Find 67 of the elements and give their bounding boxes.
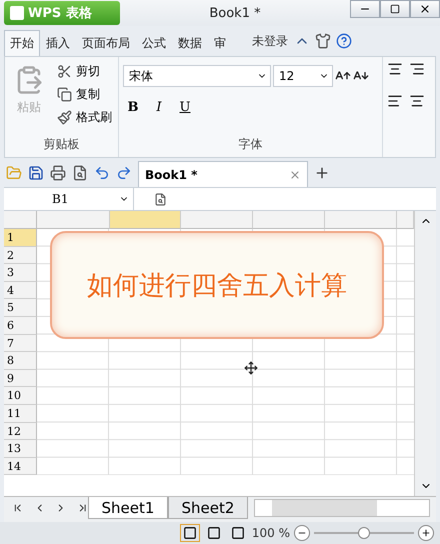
row-header[interactable]: 9 [4, 370, 37, 388]
maximize-icon [390, 4, 400, 14]
zoom-in-button[interactable] [418, 525, 434, 541]
row-header[interactable]: 8 [4, 352, 37, 370]
horizontal-scrollbar[interactable] [254, 499, 430, 517]
maximize-button[interactable] [380, 0, 410, 18]
cursor-icon [244, 361, 258, 375]
preview-icon[interactable] [72, 164, 88, 180]
row-header[interactable]: 10 [4, 387, 37, 405]
row-header[interactable]: 14 [4, 458, 37, 476]
print-icon[interactable] [50, 164, 66, 180]
row-header[interactable]: 2 [4, 246, 37, 264]
brush-button[interactable]: 格式刷 [55, 107, 114, 128]
font-size-dropdown[interactable]: 12 [273, 65, 333, 87]
login-status[interactable]: 未登录 [252, 32, 288, 50]
card-title: 如何进行四舍五入计算 [87, 270, 347, 302]
row-header[interactable]: 1 [4, 229, 37, 247]
align-icon[interactable] [409, 93, 425, 109]
ribbon-tab[interactable]: 数据 [172, 30, 208, 56]
copy-icon [57, 87, 72, 102]
close-tab-icon[interactable] [289, 168, 301, 180]
plus-icon [421, 528, 431, 538]
sheet-tab[interactable]: Sheet1 [88, 497, 168, 519]
close-button[interactable] [410, 0, 440, 18]
font-style-button[interactable]: U [175, 97, 195, 117]
align-icon[interactable] [387, 93, 403, 109]
window-title: Book1 * [208, 6, 262, 20]
undo-icon[interactable] [94, 164, 110, 180]
row-header[interactable]: 6 [4, 316, 37, 335]
document-tab[interactable]: Book1 * [138, 161, 308, 187]
first-sheet-icon[interactable] [12, 502, 24, 514]
brush-icon [57, 110, 72, 125]
redo-icon[interactable] [116, 164, 132, 180]
logo-icon [10, 6, 24, 20]
cut-icon [57, 64, 72, 79]
row-header[interactable]: 3 [4, 264, 37, 282]
help-icon[interactable] [336, 33, 352, 49]
new-tab-icon[interactable] [314, 164, 330, 180]
zoom-thumb[interactable] [358, 527, 370, 539]
shirt-icon[interactable] [315, 33, 331, 49]
row-header[interactable]: 13 [4, 440, 37, 458]
save-icon[interactable] [28, 164, 44, 180]
zoom-percentage: 100 % [252, 526, 290, 540]
row-header[interactable]: 12 [4, 422, 37, 440]
font-style-button[interactable]: I [149, 97, 169, 117]
ribbon-tab[interactable]: 页面布局 [76, 30, 136, 56]
align-icon[interactable] [409, 61, 425, 77]
sheet-tab[interactable]: Sheet2 [168, 497, 248, 519]
ribbon-tab[interactable]: 开始 [4, 30, 40, 56]
close-icon [419, 3, 431, 15]
copy-button[interactable]: 复制 [55, 84, 114, 105]
font-family-dropdown[interactable]: 宋体 [123, 65, 271, 87]
row-header[interactable]: 5 [4, 299, 37, 317]
group-label: 剪贴板 [42, 136, 80, 153]
ribbon-tab[interactable]: 审 [208, 30, 232, 56]
normal-view-button[interactable] [180, 524, 200, 542]
cut-button[interactable]: 剪切 [55, 61, 114, 82]
group-label: 字体 [238, 136, 264, 153]
align-icon[interactable] [387, 61, 403, 77]
ribbon-tab[interactable]: 插入 [40, 30, 76, 56]
row-header[interactable]: 7 [4, 334, 37, 352]
row-header[interactable]: 11 [4, 404, 37, 423]
vertical-scrollbar[interactable] [414, 211, 436, 496]
font-style-button[interactable]: B [123, 97, 143, 117]
row-header[interactable]: 4 [4, 282, 37, 300]
ribbon-tab[interactable]: 公式 [136, 30, 172, 56]
zoom-out-button[interactable] [294, 525, 310, 541]
